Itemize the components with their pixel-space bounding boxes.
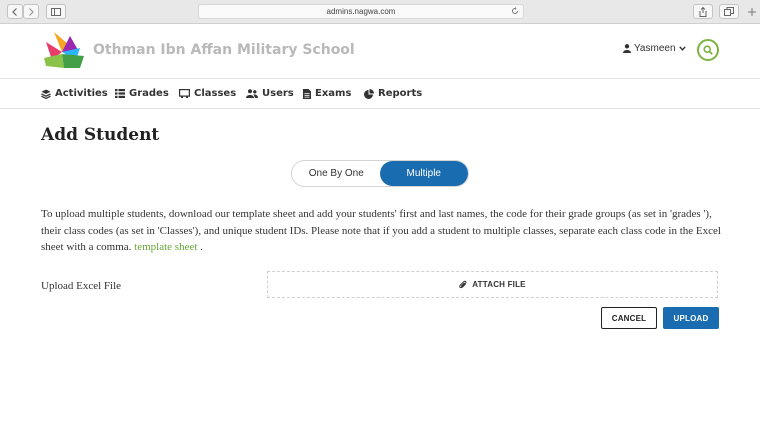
chevron-left-icon <box>12 7 17 16</box>
nav-label-reports: Reports <box>378 88 423 99</box>
search-button[interactable] <box>697 39 719 61</box>
reload-icon[interactable] <box>511 7 519 15</box>
user-icon <box>623 44 631 53</box>
forward-button[interactable] <box>23 4 39 19</box>
pie-chart-icon <box>364 88 374 99</box>
chevron-down-icon <box>678 46 686 51</box>
sidebar-toggle-button[interactable] <box>46 4 66 19</box>
toggle-one-by-one[interactable]: One By One <box>292 161 381 186</box>
paperclip-icon <box>459 280 467 289</box>
user-menu[interactable]: Yasmeen <box>623 43 686 54</box>
chalkboard-icon <box>179 89 190 98</box>
share-button[interactable] <box>693 4 713 19</box>
upload-excel-label: Upload Excel File <box>41 280 122 292</box>
nav-item-users[interactable]: Users <box>246 88 294 99</box>
school-name[interactable]: Othman Ibn Affan Military School <box>93 42 355 58</box>
nav-label-classes: Classes <box>194 88 237 99</box>
browser-toolbar: admins.nagwa.com <box>0 0 760 24</box>
document-icon <box>303 88 311 99</box>
nav-label-activities: Activities <box>55 88 108 99</box>
template-sheet-link[interactable]: template sheet <box>134 241 197 253</box>
layers-icon <box>41 89 51 99</box>
nav-item-activities[interactable]: Activities <box>41 88 108 99</box>
site-header: Othman Ibn Affan Military School Yasmeen <box>0 24 760 79</box>
nav-item-grades[interactable]: Grades <box>115 88 169 99</box>
tabs-icon <box>724 7 734 16</box>
school-logo[interactable] <box>40 30 88 75</box>
list-icon <box>115 89 125 98</box>
sidebar-icon <box>51 7 61 16</box>
cancel-button[interactable]: CANCEL <box>601 307 657 329</box>
address-bar[interactable]: admins.nagwa.com <box>198 4 524 19</box>
tabs-button[interactable] <box>719 4 739 19</box>
chevron-right-icon <box>29 7 34 16</box>
book-logo-icon <box>44 32 84 68</box>
toggle-multiple[interactable]: Multiple <box>379 161 468 186</box>
nav-item-reports[interactable]: Reports <box>364 88 422 99</box>
upload-mode-toggle: One By One Multiple <box>291 160 469 187</box>
attach-file-dropzone[interactable]: ATTACH FILE <box>267 271 718 298</box>
nav-label-users: Users <box>262 88 294 99</box>
new-tab-button[interactable] <box>745 4 759 19</box>
nav-label-grades: Grades <box>129 88 169 99</box>
url-text: admins.nagwa.com <box>326 7 396 16</box>
instructions-end: . <box>200 241 203 253</box>
main-nav: Activities Grades Classes Users Exams Re… <box>0 80 760 109</box>
plus-icon <box>748 7 756 16</box>
nav-item-classes[interactable]: Classes <box>179 88 236 99</box>
nav-label-exams: Exams <box>315 88 352 99</box>
upload-instructions: To upload multiple students, download ou… <box>41 206 723 256</box>
attach-file-label: ATTACH FILE <box>472 280 526 289</box>
users-icon <box>246 89 258 98</box>
upload-button[interactable]: UPLOAD <box>663 307 719 329</box>
search-icon <box>703 45 713 55</box>
user-name: Yasmeen <box>634 43 676 54</box>
share-icon <box>699 6 707 17</box>
page-title: Add Student <box>41 125 160 145</box>
nav-item-exams[interactable]: Exams <box>303 88 351 99</box>
back-button[interactable] <box>7 4 23 19</box>
